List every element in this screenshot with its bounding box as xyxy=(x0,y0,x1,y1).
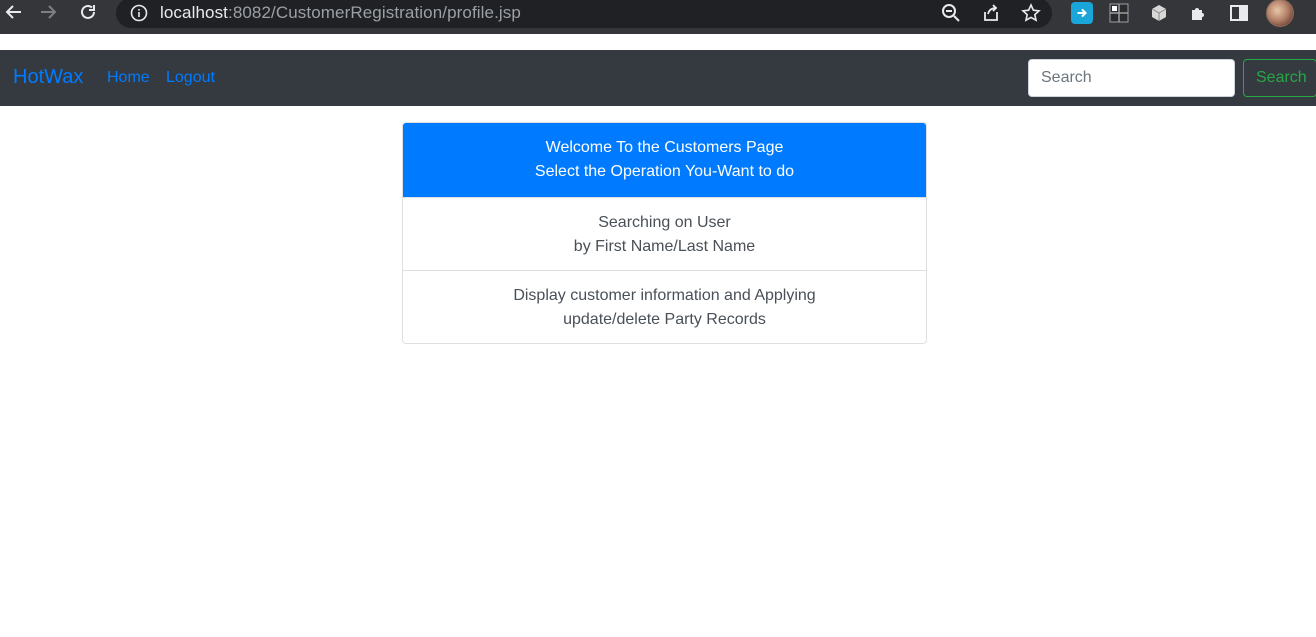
browser-toolbar: localhost:8082/CustomerRegistration/prof… xyxy=(0,0,1316,34)
brand-link[interactable]: HotWax xyxy=(13,66,83,89)
list-item-line: update/delete Party Records xyxy=(563,311,766,328)
list-item-line: by First Name/Last Name xyxy=(573,238,756,255)
forward-icon[interactable] xyxy=(34,0,62,24)
welcome-title: Welcome To the Customers Page xyxy=(545,139,784,156)
list-item-search-user[interactable]: Searching on User by First Name/Last Nam… xyxy=(403,197,926,270)
side-panel-icon[interactable] xyxy=(1228,2,1250,24)
search-button[interactable]: Search xyxy=(1243,59,1316,97)
extension-icon[interactable] xyxy=(1071,2,1093,24)
nav-link-logout[interactable]: Logout xyxy=(166,69,215,87)
welcome-header: Welcome To the Customers Page Select the… xyxy=(403,123,926,197)
share-icon[interactable] xyxy=(980,2,1002,24)
top-navbar: HotWax Home Logout Search xyxy=(0,50,1316,106)
back-icon[interactable] xyxy=(0,0,28,24)
address-bar[interactable]: localhost:8082/CustomerRegistration/prof… xyxy=(116,0,1052,28)
nav-link-home[interactable]: Home xyxy=(107,69,150,87)
welcome-subtitle: Select the Operation You-Want to do xyxy=(534,163,795,180)
zoom-icon[interactable] xyxy=(940,2,962,24)
extension-cube-icon[interactable] xyxy=(1148,2,1170,24)
list-item-line: Searching on User xyxy=(598,214,731,231)
operations-list: Welcome To the Customers Page Select the… xyxy=(402,122,927,344)
site-info-icon[interactable] xyxy=(130,4,148,22)
reload-icon[interactable] xyxy=(74,0,102,24)
url-text: localhost:8082/CustomerRegistration/prof… xyxy=(160,3,521,22)
profile-avatar[interactable] xyxy=(1266,0,1294,27)
bookmark-star-icon[interactable] xyxy=(1020,2,1042,24)
search-input[interactable] xyxy=(1028,59,1235,97)
extension-grid-icon[interactable] xyxy=(1108,2,1130,24)
extensions-puzzle-icon[interactable] xyxy=(1188,2,1210,24)
list-item-line: Display customer information and Applyin… xyxy=(513,287,816,304)
list-item-display-customer[interactable]: Display customer information and Applyin… xyxy=(403,270,926,343)
toolbar-divider xyxy=(0,34,1316,50)
